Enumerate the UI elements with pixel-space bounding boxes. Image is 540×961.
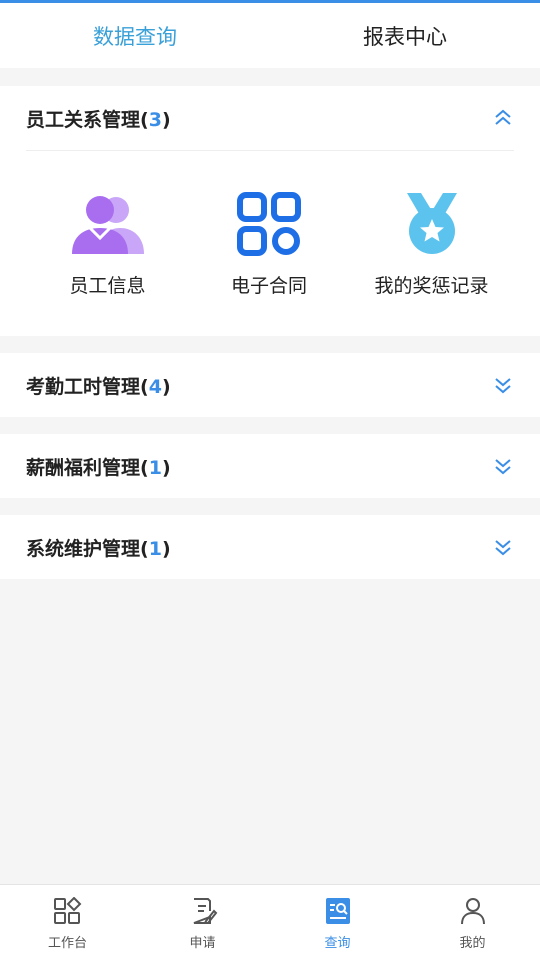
- section-header[interactable]: 考勤工时管理(4): [0, 353, 540, 417]
- apply-icon: [188, 897, 218, 929]
- app-label: 电子合同: [230, 275, 307, 297]
- section-header[interactable]: 系统维护管理(1): [0, 515, 540, 579]
- section-attendance: 考勤工时管理(4): [0, 353, 540, 417]
- section-title: 薪酬福利管理(1): [26, 456, 171, 479]
- section-employee-relations: 员工关系管理(3) 员工信息 电子合同 我的奖惩记录: [0, 86, 540, 336]
- tab-report-center[interactable]: 报表中心: [270, 21, 540, 51]
- section-compensation: 薪酬福利管理(1): [0, 434, 540, 498]
- section-count: 3: [148, 108, 162, 131]
- profile-icon: [458, 897, 488, 929]
- nav-query[interactable]: 查询: [270, 885, 405, 961]
- nav-label: 工作台: [47, 936, 87, 951]
- section-title: 员工关系管理(3): [26, 108, 171, 131]
- medal-icon: [323, 191, 540, 257]
- section-title: 考勤工时管理(4): [26, 375, 171, 398]
- bottom-nav: 工作台 申请 查询 我的: [0, 884, 540, 961]
- section-count: 1: [148, 537, 162, 560]
- nav-label: 查询: [324, 936, 351, 951]
- section-header[interactable]: 员工关系管理(3): [0, 86, 540, 150]
- nav-workbench[interactable]: 工作台: [0, 885, 135, 961]
- chevron-down-icon[interactable]: [492, 536, 514, 558]
- app-rewards-record[interactable]: 我的奖惩记录: [323, 191, 540, 298]
- app-label: 我的奖惩记录: [374, 275, 489, 297]
- app-employee-info[interactable]: 员工信息: [0, 191, 215, 298]
- section-count: 4: [148, 375, 162, 398]
- chevron-up-icon[interactable]: [492, 107, 514, 129]
- query-icon: [323, 897, 353, 929]
- nav-mine[interactable]: 我的: [405, 885, 540, 961]
- nav-label: 申请: [189, 936, 216, 951]
- section-title: 系统维护管理(1): [26, 537, 171, 560]
- workbench-icon: [53, 896, 83, 929]
- section-header[interactable]: 薪酬福利管理(1): [0, 434, 540, 498]
- nav-label: 我的: [459, 936, 486, 951]
- grid-circles-icon: [215, 191, 323, 257]
- app-label: 员工信息: [69, 275, 146, 297]
- chevron-down-icon[interactable]: [492, 374, 514, 396]
- top-tabs: 数据查询 报表中心: [0, 3, 540, 68]
- tab-data-query[interactable]: 数据查询: [0, 21, 270, 51]
- users-icon: [0, 191, 215, 257]
- app-grid: 员工信息 电子合同 我的奖惩记录: [0, 151, 540, 298]
- app-e-contract[interactable]: 电子合同: [215, 191, 323, 298]
- nav-apply[interactable]: 申请: [135, 885, 270, 961]
- section-system-maintenance: 系统维护管理(1): [0, 515, 540, 579]
- section-count: 1: [148, 456, 162, 479]
- chevron-down-icon[interactable]: [492, 455, 514, 477]
